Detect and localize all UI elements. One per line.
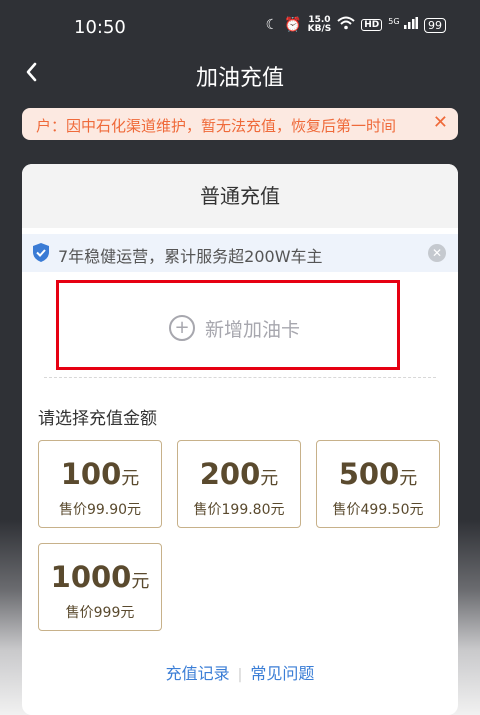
amount-option-200[interactable]: 200元 售价199.80元 [177, 440, 301, 528]
banner-close-icon[interactable]: ✕ [428, 244, 446, 262]
signal-icon: 5G [388, 17, 418, 33]
footer-links: 充值记录 | 常见问题 [22, 660, 458, 684]
banner-text: 7年稳健运营，累计服务超200W车主 [58, 247, 323, 266]
notice-bar: 户：因中石化渠道维护，暂无法充值，恢复后第一时间 ✕ [22, 108, 458, 140]
notice-text: 户：因中石化渠道维护，暂无法充值，恢复后第一时间 [36, 117, 397, 135]
shield-icon [32, 242, 50, 267]
moon-icon: ☾ [265, 17, 279, 33]
amount-section-label: 请选择充值金额 [38, 409, 157, 429]
card-title: 普通充值 [22, 164, 458, 228]
option-amount: 500 [338, 457, 400, 491]
option-unit: 元 [399, 468, 418, 489]
option-unit: 元 [131, 571, 150, 592]
signal-label: 5G [388, 17, 400, 26]
amount-option-100[interactable]: 100元 售价99.90元 [38, 440, 162, 528]
notice-close-icon[interactable]: ✕ [433, 112, 448, 133]
status-icons: ☾ ⏰ 15.0 KB/S HD 5G 99 [266, 16, 446, 34]
faq-link[interactable]: 常见问题 [250, 664, 314, 683]
option-amount: 100 [60, 457, 122, 491]
status-time: 10:50 [74, 17, 126, 38]
option-price: 售价499.50元 [332, 502, 424, 518]
link-separator: | [237, 667, 243, 683]
recharge-history-link[interactable]: 充值记录 [166, 664, 230, 683]
amount-option-500[interactable]: 500元 售价499.50元 [316, 440, 440, 528]
add-card-label: 新增加油卡 [205, 319, 301, 341]
add-fuel-card-button[interactable]: + 新增加油卡 [56, 280, 400, 370]
option-amount: 1000 [50, 560, 132, 594]
alarm-icon: ⏰ [284, 17, 302, 33]
option-unit: 元 [121, 468, 140, 489]
option-price: 售价199.80元 [193, 502, 285, 518]
plus-circle-icon: + [169, 315, 195, 341]
network-speed: 15.0 KB/S [308, 16, 332, 34]
option-price: 售价99.90元 [58, 502, 142, 518]
divider [44, 377, 436, 378]
battery-indicator: 99 [424, 17, 446, 33]
option-unit: 元 [260, 468, 279, 489]
recharge-card: 普通充值 7年稳健运营，累计服务超200W车主 ✕ + 新增加油卡 请选择充值金… [22, 164, 458, 715]
amount-option-1000[interactable]: 1000元 售价999元 [38, 543, 162, 631]
status-bar: 10:50 ☾ ⏰ 15.0 KB/S HD 5G 99 [0, 0, 480, 52]
title-bar: 加油充值 [0, 52, 480, 96]
option-amount: 200 [199, 457, 261, 491]
wifi-icon [337, 16, 355, 34]
option-price: 售价999元 [65, 605, 135, 621]
hd-badge: HD [361, 19, 383, 31]
trust-banner: 7年稳健运营，累计服务超200W车主 ✕ [22, 234, 458, 272]
page-title: 加油充值 [195, 66, 284, 91]
speed-unit: KB/S [307, 24, 332, 34]
